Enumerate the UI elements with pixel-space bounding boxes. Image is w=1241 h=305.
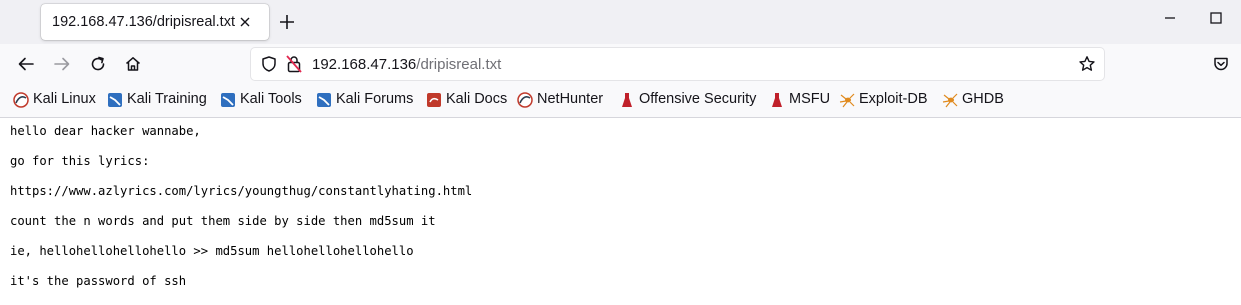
close-tab-icon[interactable] (237, 14, 253, 30)
bookmarks-toolbar: Kali Linux Kali Training Kali Tools Kali… (0, 84, 1241, 118)
pocket-icon[interactable] (1212, 55, 1230, 73)
forward-arrow-icon[interactable] (53, 55, 71, 73)
bookmark-label: Kali Forums (336, 91, 414, 107)
url-text[interactable]: 192.168.47.136/dripisreal.txt (312, 56, 501, 73)
document-line: hello dear hacker wannabe, (10, 124, 201, 138)
minimize-icon[interactable] (1162, 10, 1178, 26)
document-line: count the n words and put them side by s… (10, 214, 436, 228)
kali-docs-icon (427, 93, 441, 107)
bookmark-label: NetHunter (537, 91, 604, 107)
url-host: 192.168.47.136 (312, 56, 417, 73)
bookmark-label: Offensive Security (639, 91, 757, 107)
kali-forums-icon (317, 93, 331, 107)
tab-strip: 192.168.47.136/dripisreal.txt (0, 0, 1241, 44)
url-path: /dripisreal.txt (416, 56, 502, 73)
bookmark-label: MSFU (789, 91, 831, 107)
shield-icon[interactable] (260, 55, 278, 73)
home-icon[interactable] (124, 55, 142, 73)
new-tab-icon[interactable] (278, 13, 296, 31)
bookmark-label: Exploit-DB (859, 91, 928, 107)
insecure-lock-icon[interactable] (285, 54, 303, 74)
document-line: ie, hellohellohellohello >> md5sum hello… (10, 244, 414, 258)
bookmark-label: GHDB (962, 91, 1004, 107)
reload-icon[interactable] (89, 55, 107, 73)
kali-dragon-icon (13, 92, 29, 108)
kali-tools-icon (221, 93, 235, 107)
document-line: https://www.azlyrics.com/lyrics/youngthu… (10, 184, 473, 198)
msfu-icon (772, 93, 782, 107)
back-arrow-icon[interactable] (17, 55, 35, 73)
address-bar[interactable]: 192.168.47.136/dripisreal.txt (251, 48, 1104, 80)
tab-title: 192.168.47.136/dripisreal.txt (52, 14, 235, 30)
maximize-icon[interactable] (1208, 10, 1224, 26)
ghdb-icon (942, 93, 958, 108)
active-tab[interactable]: 192.168.47.136/dripisreal.txt (41, 4, 269, 40)
bookmark-label: Kali Docs (446, 91, 508, 107)
bookmark-label: Kali Linux (33, 91, 96, 107)
bookmark-label: Kali Training (127, 91, 207, 107)
exploit-db-icon (839, 93, 855, 108)
bookmark-star-icon[interactable] (1078, 55, 1096, 73)
kali-training-icon (108, 93, 122, 107)
document-line: it's the password of ssh (10, 274, 187, 288)
navigation-toolbar: 192.168.47.136/dripisreal.txt (0, 44, 1241, 84)
document-line: go for this lyrics: (10, 154, 150, 168)
bookmark-label: Kali Tools (240, 91, 302, 107)
offsec-icon (622, 93, 632, 107)
nethunter-icon (517, 92, 533, 108)
